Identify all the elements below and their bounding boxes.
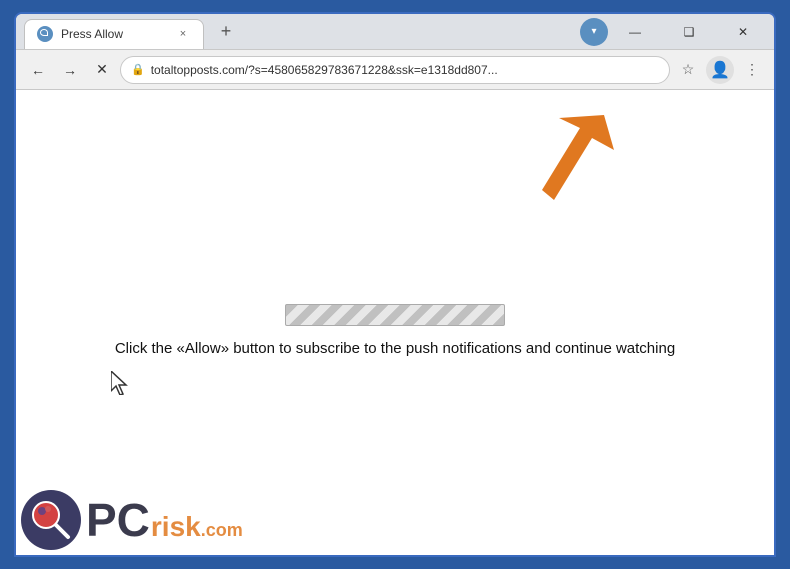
minimize-button[interactable]: — (612, 17, 658, 47)
page-content: Click the «Allow» button to subscribe to… (16, 90, 774, 555)
reload-button[interactable]: ✕ (88, 56, 116, 84)
tab-favicon (37, 26, 53, 42)
logo-circle (21, 490, 81, 550)
arrow-container (524, 110, 614, 215)
chevron-down-icon: ▾ (591, 26, 596, 37)
risk-text: risk (151, 511, 201, 543)
url-text: totaltopposts.com/?s=458065829783671228&… (151, 63, 659, 77)
orange-arrow-icon (524, 110, 614, 210)
browser-tab[interactable]: Press Allow × (24, 19, 204, 49)
address-bar[interactable]: 🔒 totaltopposts.com/?s=45806582978367122… (120, 56, 670, 84)
navigation-bar: ← → ✕ 🔒 totaltopposts.com/?s=45806582978… (16, 50, 774, 90)
profile-button[interactable]: 👤 (706, 56, 734, 84)
pcrisk-logo (16, 485, 86, 555)
cursor-indicator (111, 371, 131, 400)
more-options-button[interactable]: ⋮ (738, 56, 766, 84)
progress-bar (285, 304, 505, 326)
pcrisk-brand-text: PC risk .com (86, 497, 243, 543)
user-icon: 👤 (710, 60, 730, 80)
new-tab-button[interactable]: + (212, 18, 240, 46)
pc-text: PC (86, 497, 150, 543)
close-button[interactable]: ✕ (720, 17, 766, 47)
tab-dropdown-button[interactable]: ▾ (580, 18, 608, 46)
lock-icon: 🔒 (131, 63, 145, 76)
magnifier-icon (26, 495, 76, 545)
instruction-text: Click the «Allow» button to subscribe to… (115, 338, 675, 361)
title-bar: Press Allow × + ▾ — ❑ ✕ (16, 14, 774, 50)
maximize-button[interactable]: ❑ (666, 17, 712, 47)
pcrisk-watermark: PC risk .com (16, 485, 243, 555)
tab-close-button[interactable]: × (175, 26, 191, 42)
back-button[interactable]: ← (24, 56, 52, 84)
dot-com-text: .com (201, 520, 243, 541)
tab-title: Press Allow (61, 27, 167, 41)
mouse-cursor-icon (111, 371, 131, 395)
browser-window: Press Allow × + ▾ — ❑ ✕ ← → ✕ 🔒 totaltop… (14, 12, 776, 557)
window-controls: — ❑ ✕ (612, 17, 766, 47)
bookmark-button[interactable]: ☆ (674, 56, 702, 84)
center-content: Click the «Allow» button to subscribe to… (115, 304, 675, 361)
forward-button[interactable]: → (56, 56, 84, 84)
